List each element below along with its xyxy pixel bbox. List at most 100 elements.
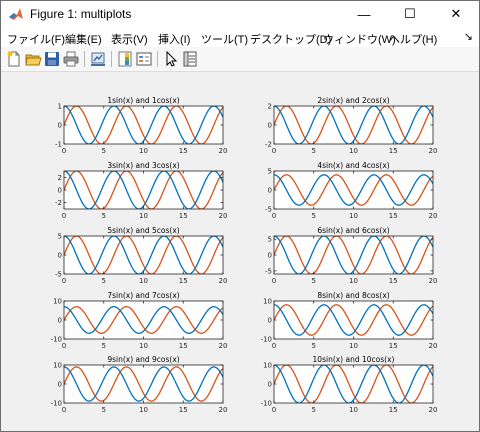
subplot-axes[interactable]: 0 5 10 15 20-5054sin(x) and 4cos(x) [265,161,437,220]
x-tick-label: 20 [429,342,438,350]
x-tick-label: 10 [139,212,148,220]
y-tick-label: 10 [263,362,272,370]
close-icon: ✕ [450,6,462,21]
window-title: Figure 1: multiplots [30,7,132,21]
x-tick-label: 10 [139,406,148,414]
axes-background [64,236,223,274]
x-tick-label: 15 [389,277,398,285]
subplot-title: 10sin(x) and 10cos(x) [313,355,395,364]
dock-arrow-icon[interactable]: ↘ [464,30,473,43]
x-tick-label: 0 [62,277,66,285]
x-tick-label: 15 [179,342,188,350]
toolbar-separator [84,51,85,67]
x-tick-label: 5 [312,147,316,155]
x-tick-label: 20 [219,212,228,220]
subplot-axes[interactable]: 0 5 10 15 20-5055sin(x) and 5cos(x) [55,226,227,285]
menu-help[interactable]: ヘルプ(H) [389,31,437,47]
menu-desktop[interactable]: デスクトップ(D) [250,31,331,47]
x-tick-label: 0 [272,147,276,155]
maximize-icon: ☐ [404,6,416,21]
y-tick-label: 0 [58,381,62,389]
close-button[interactable]: ✕ [433,1,479,27]
figure-canvas[interactable]: 0 5 10 15 20 -1 0 1 1sin(x) and 1cos(x) 0 5 10 15 20-… [1,72,479,431]
menu-view[interactable]: 表示(V) [111,31,148,47]
x-tick-label: 5 [312,342,316,350]
menu-edit[interactable]: 編集(E) [65,31,102,47]
insert-colorbar-icon[interactable] [116,50,134,68]
menu-file[interactable]: ファイル(F) [7,31,65,47]
x-tick-label: 0 [272,406,276,414]
y-tick-label: -1 [55,141,62,149]
save-icon[interactable] [43,50,61,68]
title-bar[interactable]: Figure 1: multiplots — ☐ ✕ [1,1,479,27]
subplot-axes[interactable]: 0 5 10 15 20-1011sin(x) and 1cos(x) [55,96,227,155]
print-icon[interactable] [62,50,80,68]
subplot-title: 7sin(x) and 7cos(x) [107,291,179,300]
y-tick-label: 0 [58,187,62,195]
x-tick-label: 10 [349,277,358,285]
subplots-figure[interactable]: 0 5 10 15 20-1011sin(x) and 1cos(x)0 5 10 15 20-… [1,72,479,431]
subplot-title: 8sin(x) and 8cos(x) [317,291,389,300]
x-tick-label: 0 [272,212,276,220]
subplot-axes[interactable]: 0 5 10 15 20-1001010sin(x) and 10cos(x) [261,355,438,414]
new-figure-icon[interactable] [5,50,23,68]
y-tick-label: -5 [265,206,272,214]
y-tick-label: 10 [53,298,62,306]
x-tick-label: 15 [179,212,188,220]
x-tick-label: 10 [139,277,148,285]
x-tick-label: 5 [102,147,106,155]
subplot-axes[interactable]: 0 5 10 15 20-100107sin(x) and 7cos(x) [51,291,228,350]
y-tick-label: 5 [268,168,272,176]
y-tick-label: 0 [58,122,62,130]
y-tick-label: 0 [268,381,272,389]
x-tick-label: 0 [62,212,66,220]
link-plot-icon[interactable] [89,50,107,68]
x-tick-label: 0 [62,342,66,350]
menu-tools[interactable]: ツール(T) [201,31,248,47]
axes-background [274,365,433,403]
y-tick-label: 10 [53,362,62,370]
y-tick-label: -5 [55,271,62,279]
open-file-icon[interactable] [24,50,42,68]
y-tick-label: 5 [58,233,62,241]
x-tick-label: 10 [349,342,358,350]
y-tick-label: -2 [265,141,272,149]
maximize-button[interactable]: ☐ [387,1,433,27]
x-tick-label: 10 [349,406,358,414]
x-tick-label: 10 [139,147,148,155]
insert-legend-icon[interactable] [135,50,153,68]
subplot-title: 2sin(x) and 2cos(x) [317,96,389,105]
x-tick-label: 5 [102,406,106,414]
edit-plot-arrow-icon[interactable] [162,50,180,68]
y-tick-label: -2 [55,199,62,207]
subplot-axes[interactable]: 0 5 10 15 20-100108sin(x) and 8cos(x) [261,291,438,350]
x-tick-label: 20 [429,147,438,155]
subplot-axes[interactable]: 0 5 10 15 20-100109sin(x) and 9cos(x) [51,355,228,414]
subplot-axes[interactable]: 0 5 10 15 20-2022sin(x) and 2cos(x) [265,96,437,155]
x-tick-label: 15 [389,406,398,414]
y-tick-label: -10 [261,400,272,408]
x-tick-label: 5 [102,342,106,350]
x-tick-label: 20 [429,212,438,220]
subplot-axes[interactable]: 0 5 10 15 20-2023sin(x) and 3cos(x) [55,161,227,220]
subplot-title: 3sin(x) and 3cos(x) [107,161,179,170]
x-tick-label: 20 [219,406,228,414]
x-tick-label: 10 [349,212,358,220]
axes-background [64,106,223,144]
minimize-button[interactable]: — [341,1,387,27]
y-tick-label: 10 [263,298,272,306]
property-inspector-icon[interactable] [181,50,199,68]
subplot-title: 5sin(x) and 5cos(x) [107,226,179,235]
y-tick-label: 0 [58,252,62,260]
subplot-axes[interactable]: 0 5 10 15 20-5056sin(x) and 6cos(x) [265,226,437,285]
menu-insert[interactable]: 挿入(I) [158,31,190,47]
menu-window[interactable]: ウィンドウ(W) [323,31,396,47]
subplot-title: 1sin(x) and 1cos(x) [107,96,179,105]
x-tick-label: 20 [429,277,438,285]
axes-background [64,171,223,209]
minimize-icon: — [357,6,371,22]
figure-toolbar [1,47,479,72]
x-tick-label: 10 [139,342,148,350]
x-tick-label: 20 [219,342,228,350]
x-tick-label: 15 [389,212,398,220]
